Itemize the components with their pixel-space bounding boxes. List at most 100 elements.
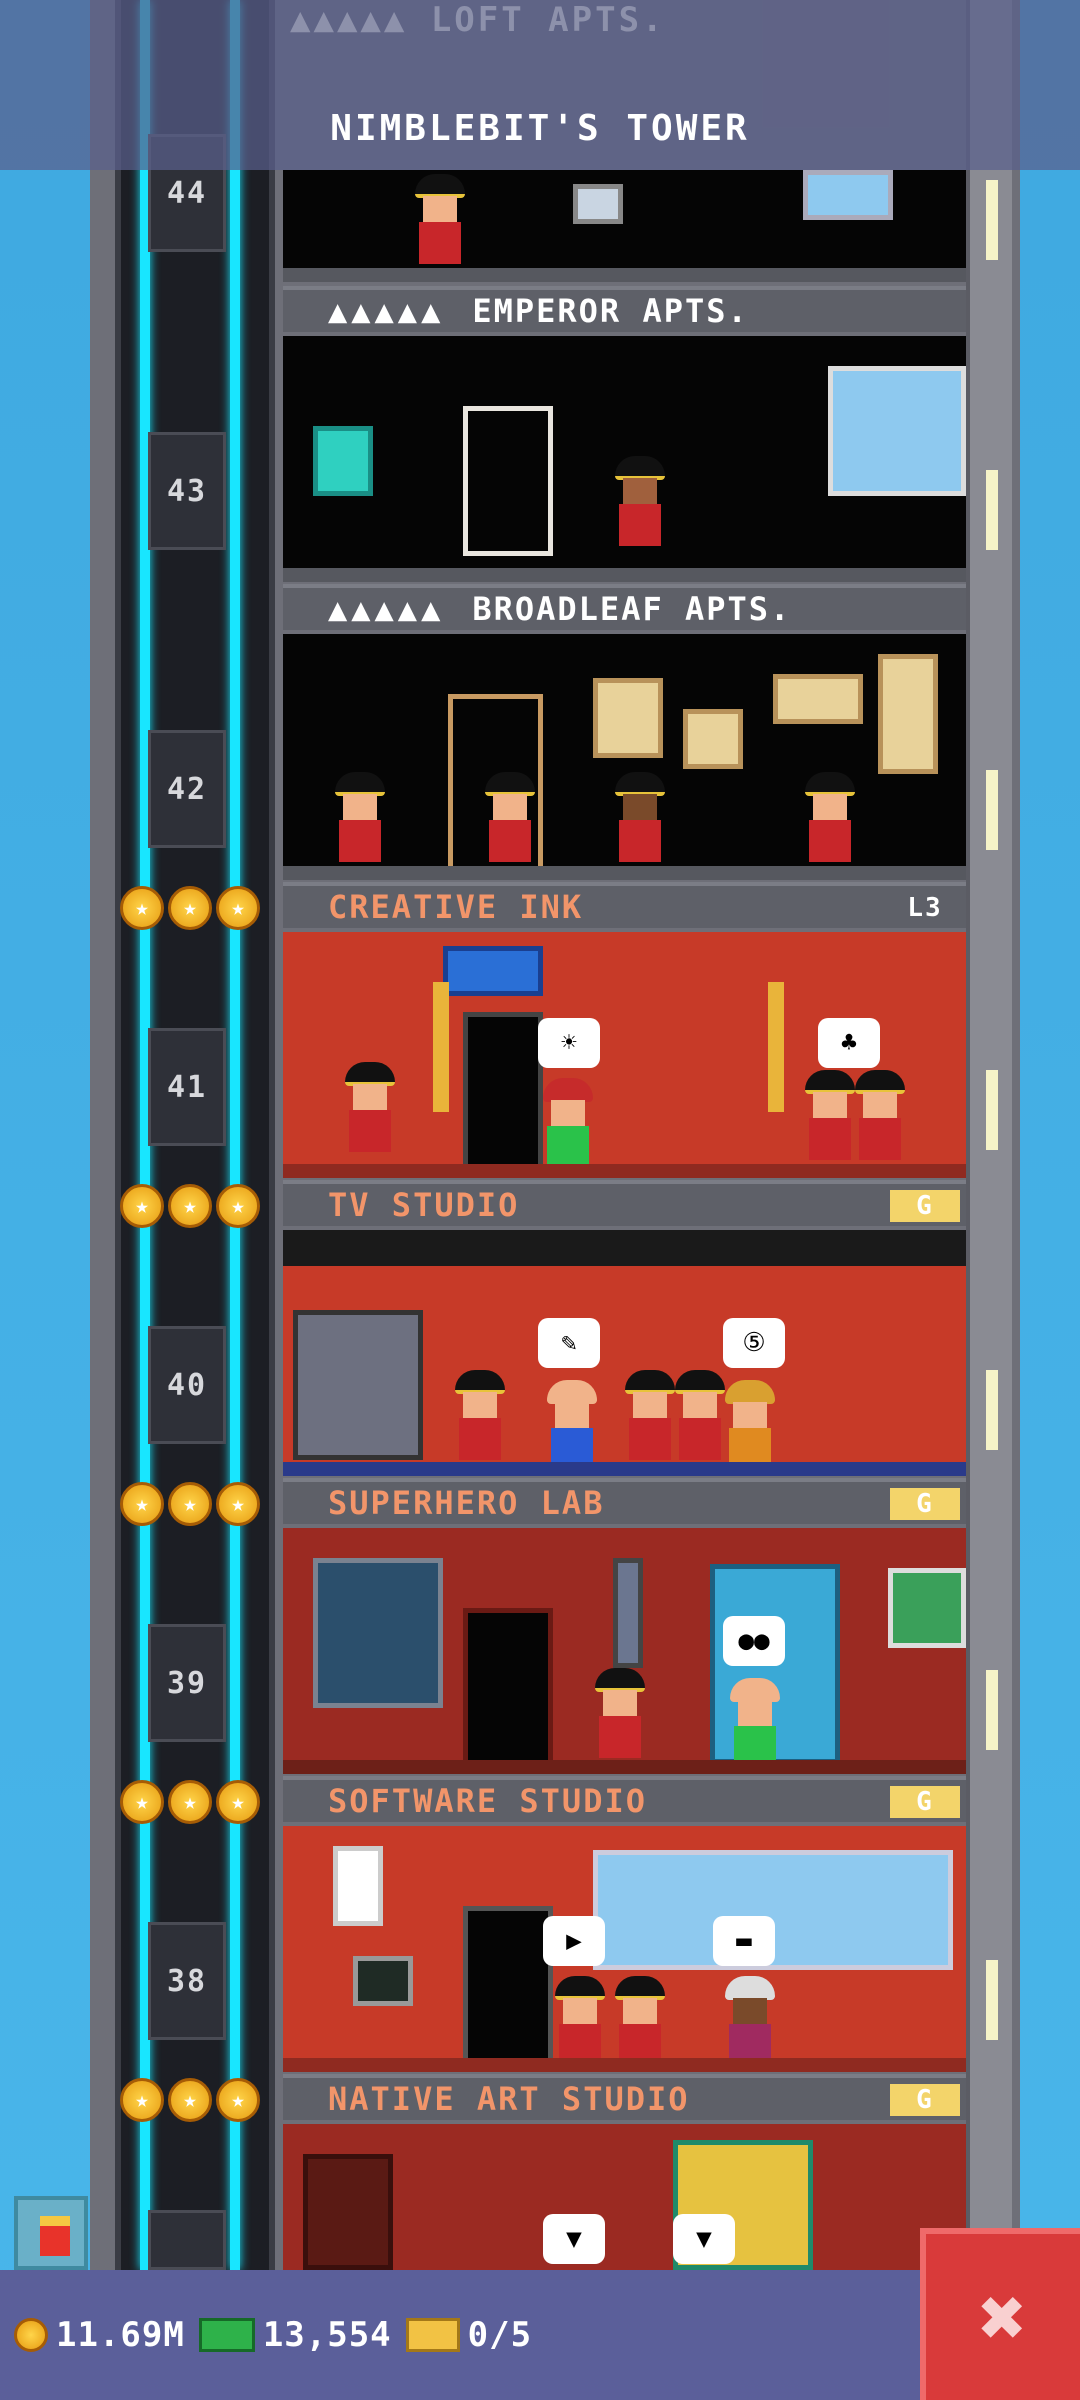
room-floor-43[interactable] [283,336,966,582]
lamp-icon [433,982,449,1112]
floor-name: TV STUDIO [328,1186,520,1224]
floor-ledge [283,268,966,282]
level-badge: G [890,1190,960,1222]
floor-number-43: 43 [148,432,226,550]
room-floor-42[interactable] [283,634,966,880]
vase-icon [313,426,373,496]
dna-capsule [613,1558,643,1668]
level-badge: G [890,2084,960,2116]
coin-icon: ★ [120,1184,164,1228]
bitizen[interactable] [545,1380,599,1470]
bitizen[interactable] [613,456,667,546]
bux-stat[interactable]: 13,554 [198,2315,392,2355]
bitizen[interactable] [853,1070,907,1160]
bitizen[interactable] [623,1370,677,1460]
bitizen[interactable] [333,772,387,862]
room-floor-41[interactable]: ☀ ♣ [283,932,966,1178]
painting-icon [683,709,743,769]
calendar-icon [333,1846,383,1926]
tower-window-light [986,1670,998,1750]
collect-coins-floor-39[interactable]: ★ ★ ★ [120,1780,260,1824]
room-floor-39[interactable]: ●● [283,1528,966,1774]
window-icon [803,170,893,220]
speech-bubble[interactable]: ●● [723,1616,785,1666]
doorway [463,1608,553,1774]
floor-number-39: 39 [148,1624,226,1742]
coin-icon: ★ [216,1184,260,1228]
close-icon: ✖ [978,2270,1028,2364]
bitizen[interactable] [613,1976,667,2066]
coins-stat[interactable]: 11.69M [14,2315,185,2355]
tower-title[interactable]: NIMBLEBIT'S TOWER [0,108,1080,149]
close-button[interactable]: ✖ [920,2228,1080,2400]
bitizen[interactable] [728,1678,782,1768]
speech-bubble[interactable]: ▼ [543,2214,605,2264]
ticket-icon [405,2318,460,2352]
floor-ledge [283,1164,966,1178]
room-floor-44[interactable] [283,170,966,282]
floor-name: BROADLEAF APTS. [472,590,792,628]
camera-rig [293,1310,423,1460]
bitizen[interactable] [343,1062,397,1152]
coin-icon: ★ [120,1482,164,1526]
collect-coins-floor-40[interactable]: ★ ★ ★ [120,1482,260,1526]
window-icon [828,366,966,496]
speech-bubble[interactable]: ☀ [538,1018,600,1068]
bitizen[interactable] [541,1078,595,1168]
level-badge: G [890,1786,960,1818]
floor-banner-native-art-studio[interactable]: NATIVE ART STUDIO G [283,2074,966,2120]
bitizen[interactable] [593,1668,647,1758]
bitizen[interactable] [673,1370,727,1460]
fast-food-sign [14,2196,88,2270]
bitizen[interactable] [613,772,667,862]
bitizen[interactable] [723,1976,777,2066]
coin-icon: ★ [216,1780,260,1824]
room-floor-38[interactable]: ▶ ▬ [283,1826,966,2072]
speech-bubble[interactable]: ▶ [543,1916,605,1966]
coin-icon: ★ [168,1482,212,1526]
bitizen[interactable] [723,1380,777,1470]
floor-banner-creative-ink[interactable]: CREATIVE INK L3 [283,882,966,928]
speech-bubble[interactable]: ♣ [818,1018,880,1068]
bitizen[interactable] [413,174,467,264]
map-screen [888,1568,966,1648]
coin-icon: ★ [120,2078,164,2122]
floor-ledge [283,568,966,582]
level-badge: L3 [907,893,943,923]
collect-coins-floor-41[interactable]: ★ ★ ★ [120,1184,260,1228]
lamp-icon [768,982,784,1112]
bitizen[interactable] [803,1070,857,1160]
floor-number-37 [148,2210,226,2270]
bitizen[interactable] [453,1370,507,1460]
bitizen[interactable] [553,1976,607,2066]
floor-banner-broadleaf-apts[interactable]: ▲▲▲▲▲ BROADLEAF APTS. [283,584,966,630]
coin-icon [14,2318,48,2352]
tickets-stat[interactable]: 0/5 [405,2315,532,2355]
bux-icon [198,2318,255,2352]
speech-bubble[interactable]: ▼ [673,2214,735,2264]
collect-coins-floor-42[interactable]: ★ ★ ★ [120,886,260,930]
floor-name: SOFTWARE STUDIO [328,1782,647,1820]
tower-window-light [986,1370,998,1450]
doorway [463,1906,553,2072]
coin-icon: ★ [216,886,260,930]
speech-bubble[interactable]: ▬ [713,1916,775,1966]
floor-banner-tv-studio[interactable]: TV STUDIO G [283,1180,966,1226]
rating-stars: ▲▲▲▲▲ [328,590,445,628]
floor-banner-software-studio[interactable]: SOFTWARE STUDIO G [283,1776,966,1822]
speech-bubble[interactable]: ⑤ [723,1318,785,1368]
bitizen[interactable] [483,772,537,862]
bitizen[interactable] [803,772,857,862]
ink-sign [443,946,543,996]
collect-coins-floor-38[interactable]: ★ ★ ★ [120,2078,260,2122]
speech-bubble[interactable]: ✎ [538,1318,600,1368]
tower-window-light [986,1070,998,1150]
doorway [463,1012,543,1178]
room-floor-37[interactable]: ▼ ▼ [283,2124,966,2270]
coin-icon: ★ [168,1184,212,1228]
floor-banner-emperor-apts[interactable]: ▲▲▲▲▲ EMPEROR APTS. [283,286,966,332]
floor-banner-superhero-lab[interactable]: SUPERHERO LAB G [283,1478,966,1524]
doorway [463,406,553,556]
fries-icon [40,2216,70,2256]
room-floor-40[interactable]: ✎ ⑤ [283,1230,966,1476]
